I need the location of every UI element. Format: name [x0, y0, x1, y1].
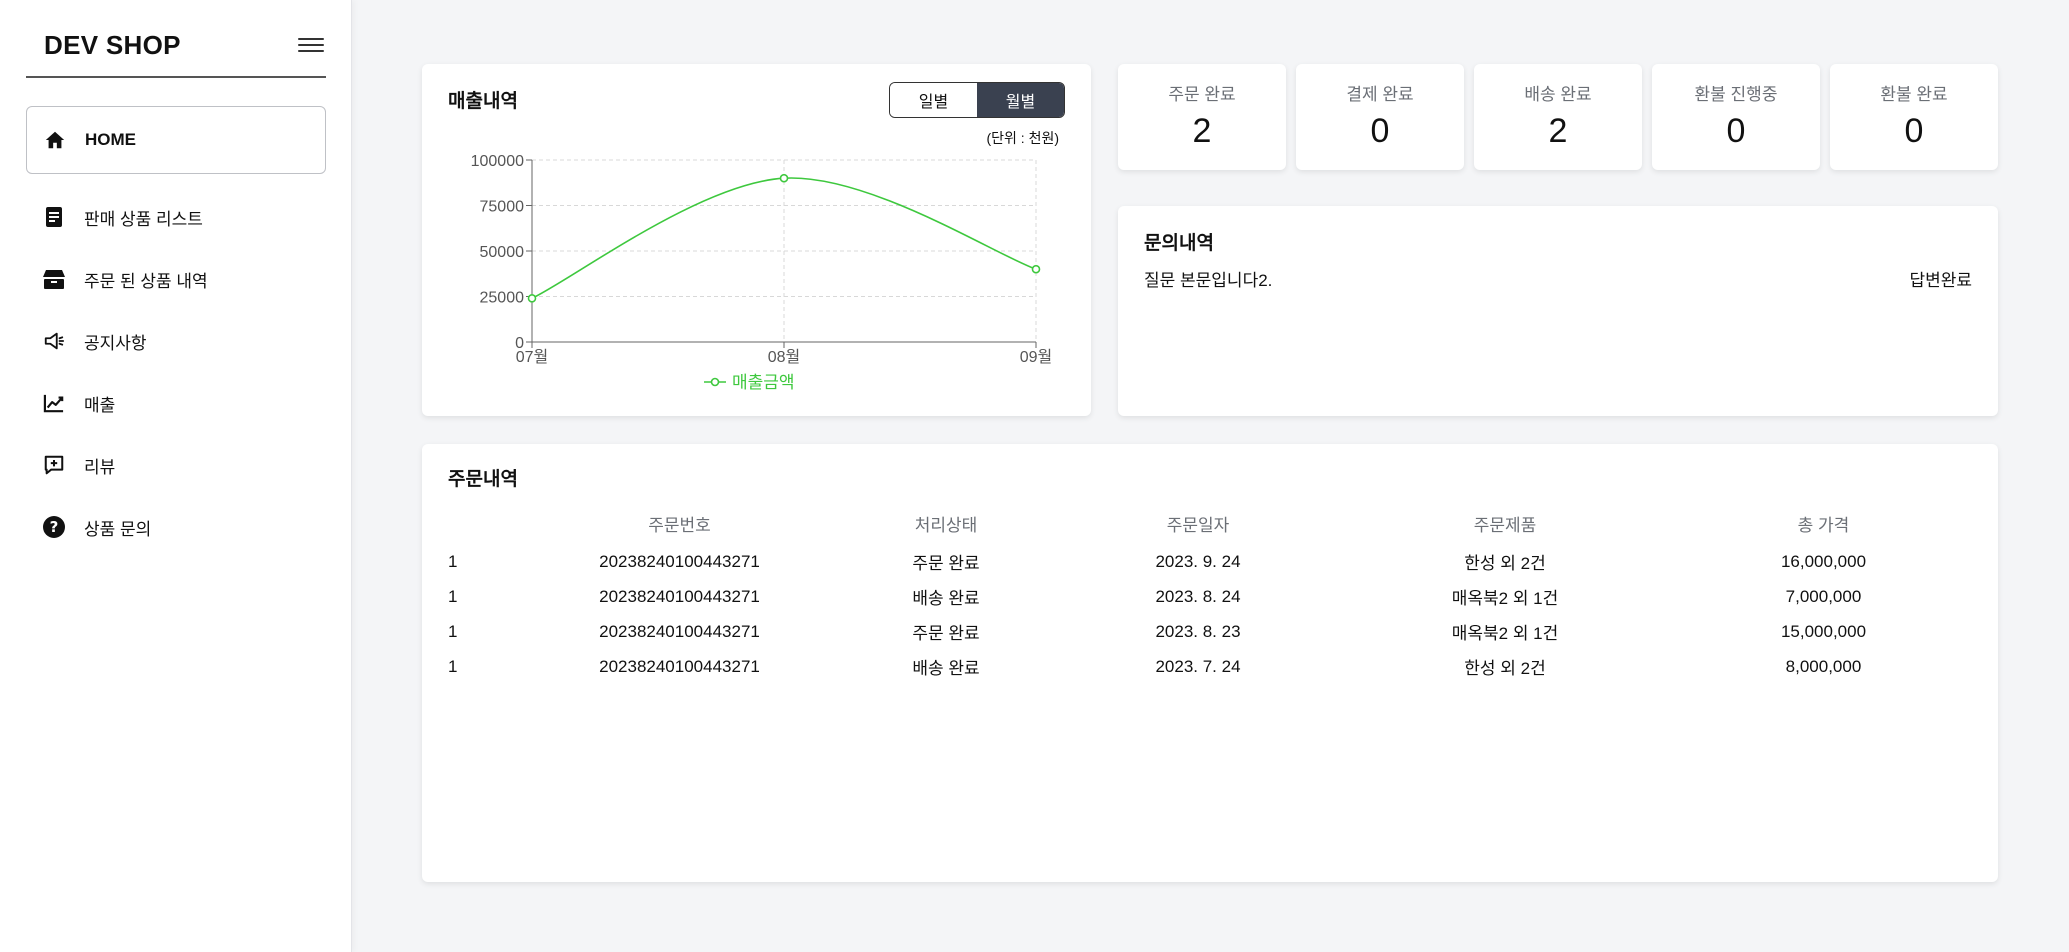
x-tick-label: 07월	[516, 348, 549, 366]
question-icon: ?	[42, 515, 66, 539]
table-cell: 주문 완료	[912, 554, 980, 573]
table-cell: 20238240100443271	[599, 551, 760, 571]
table-cell: 매옥북2 외 1건	[1451, 589, 1559, 608]
sidebar-item-label: HOME	[85, 130, 136, 149]
sidebar-item-label: 공지사항	[84, 333, 147, 353]
stat-value: 0	[1370, 112, 1390, 150]
x-tick-label: 08월	[768, 348, 801, 366]
column-header: 주문일자	[1166, 515, 1230, 535]
sidebar-item-product-inquiry[interactable]: ? 상품 문의	[26, 496, 326, 558]
table-cell: 7,000,000	[1785, 586, 1862, 606]
brand-logo[interactable]: DEV SHOP	[44, 30, 181, 61]
brand-header: DEV SHOP	[26, 26, 326, 78]
inquiry-card: 문의내역 질문 본문입니다2. 답변완료	[1118, 206, 1998, 416]
inquiry-item[interactable]: 질문 본문입니다2. 답변완료	[1144, 266, 1972, 291]
y-tick-label: 50000	[480, 244, 525, 261]
sidebar-item-home[interactable]: HOME	[26, 106, 326, 174]
table-cell: 15,000,000	[1780, 621, 1867, 641]
table-cell: 배송 완료	[912, 589, 980, 608]
column-header: 주문제품	[1473, 515, 1537, 535]
sales-card: 매출내역 일별 월별 (단위 : 천원) 0 25000 50000 75000 100…	[422, 64, 1091, 416]
x-tick-label: 09월	[1020, 348, 1053, 366]
stat-payment-complete: 결제 완료 0	[1296, 64, 1464, 170]
table-cell: 2023. 9. 24	[1155, 551, 1241, 571]
table-cell: 1	[448, 586, 458, 606]
data-point	[527, 294, 537, 303]
home-icon	[43, 128, 67, 152]
sales-line-chart: 025000500007500010000007월 08월 09월매출금액	[471, 153, 1053, 392]
stat-value: 0	[1726, 112, 1746, 150]
sidebar-item-label: 주문 된 상품 내역	[84, 271, 208, 291]
inquiry-title: 문의내역	[1144, 233, 1214, 254]
stat-label: 주문 완료	[1168, 85, 1236, 104]
column-header: 주문번호	[648, 515, 711, 535]
stat-value: 0	[1904, 112, 1924, 150]
y-tick-label: 25000	[480, 290, 525, 307]
column-header: 처리상태	[914, 515, 978, 535]
data-point	[1031, 264, 1041, 274]
megaphone-icon	[42, 329, 66, 353]
table-cell: 배송 완료	[912, 659, 980, 678]
stat-order-complete: 주문 완료 2	[1118, 64, 1286, 170]
table-row[interactable]: 1 20238240100443271 주문 완료 2023. 8. 23 매옥…	[448, 614, 1972, 649]
table-cell: 20238240100443271	[599, 621, 760, 641]
stat-label: 배송 완료	[1524, 85, 1592, 104]
sidebar-item-label: 매출	[84, 395, 116, 415]
table-row[interactable]: 1 20238240100443271 주문 완료 2023. 9. 24 한성…	[448, 544, 1972, 579]
table-cell: 20238240100443271	[599, 586, 760, 606]
sidebar-nav: HOME 판매 상품 리스트 주문 된 상품 내역 공지사항 매출 리뷰 ? 상…	[26, 106, 326, 558]
table-cell: 2023. 8. 23	[1155, 621, 1241, 641]
y-tick-label: 75000	[480, 199, 525, 216]
stat-label: 환불 완료	[1880, 85, 1948, 104]
table-cell: 주문 완료	[912, 624, 980, 643]
table-cell: 1	[448, 551, 458, 571]
table-cell: 2023. 8. 24	[1155, 586, 1241, 606]
table-cell: 16,000,000	[1780, 551, 1867, 571]
svg-text:?: ?	[50, 518, 59, 536]
stat-refund-complete: 환불 완료 0	[1830, 64, 1998, 170]
table-cell: 2023. 7. 24	[1155, 656, 1241, 676]
sidebar-item-label: 리뷰	[84, 457, 116, 477]
y-tick-label: 100000	[471, 153, 524, 170]
orders-card: 주문내역 주문번호 처리상태 주문일자 주문제품 총 가격 1 20238240…	[422, 444, 1998, 882]
sidebar-item-review[interactable]: 리뷰	[26, 434, 326, 496]
sidebar-item-ordered-products[interactable]: 주문 된 상품 내역	[26, 248, 326, 310]
legend-marker	[710, 377, 720, 387]
table-cell: 20238240100443271	[599, 656, 760, 676]
stat-label: 환불 진행중	[1694, 85, 1778, 104]
table-header-row: 주문번호 처리상태 주문일자 주문제품 총 가격	[448, 502, 1972, 544]
hamburger-menu-icon[interactable]	[298, 34, 324, 58]
stat-label: 결제 완료	[1346, 85, 1414, 104]
table-row[interactable]: 1 20238240100443271 배송 완료 2023. 7. 24 한성…	[448, 649, 1972, 684]
stat-value: 2	[1548, 112, 1568, 150]
column-header	[448, 502, 528, 544]
column-header: 총 가격	[1797, 515, 1850, 535]
table-cell: 8,000,000	[1785, 656, 1862, 676]
sidebar-item-label: 판매 상품 리스트	[84, 209, 203, 229]
table-cell: 한성 외 2건	[1464, 659, 1546, 678]
orders-title: 주문내역	[448, 469, 518, 490]
table-cell: 1	[448, 621, 458, 641]
data-point	[779, 173, 789, 183]
legend-label: 매출금액	[732, 373, 795, 392]
stat-value: 2	[1192, 112, 1212, 150]
sidebar-item-sales[interactable]: 매출	[26, 372, 326, 434]
stat-delivery-complete: 배송 완료 2	[1474, 64, 1642, 170]
table-cell: 1	[448, 656, 458, 676]
table-cell: 매옥북2 외 1건	[1451, 624, 1559, 643]
box-icon	[42, 267, 66, 291]
stat-refund-in-progress: 환불 진행중 0	[1652, 64, 1820, 170]
sidebar-item-label: 상품 문의	[84, 519, 152, 539]
orders-table: 주문번호 처리상태 주문일자 주문제품 총 가격 1 2023824010044…	[448, 502, 1972, 684]
table-row[interactable]: 1 20238240100443271 배송 완료 2023. 8. 24 매옥…	[448, 579, 1972, 614]
trend-chart-icon	[42, 391, 66, 415]
document-icon	[42, 205, 66, 229]
review-add-icon	[42, 453, 66, 477]
sidebar: DEV SHOP HOME 판매 상품 리스트 주문 된 상품 내역 공지사항 …	[0, 0, 352, 952]
inquiry-question: 질문 본문입니다2.	[1144, 271, 1273, 290]
sidebar-item-notice[interactable]: 공지사항	[26, 310, 326, 372]
table-cell: 한성 외 2건	[1464, 554, 1546, 573]
inquiry-status: 답변완료	[1909, 271, 1972, 290]
sidebar-item-product-list[interactable]: 판매 상품 리스트	[26, 186, 326, 248]
